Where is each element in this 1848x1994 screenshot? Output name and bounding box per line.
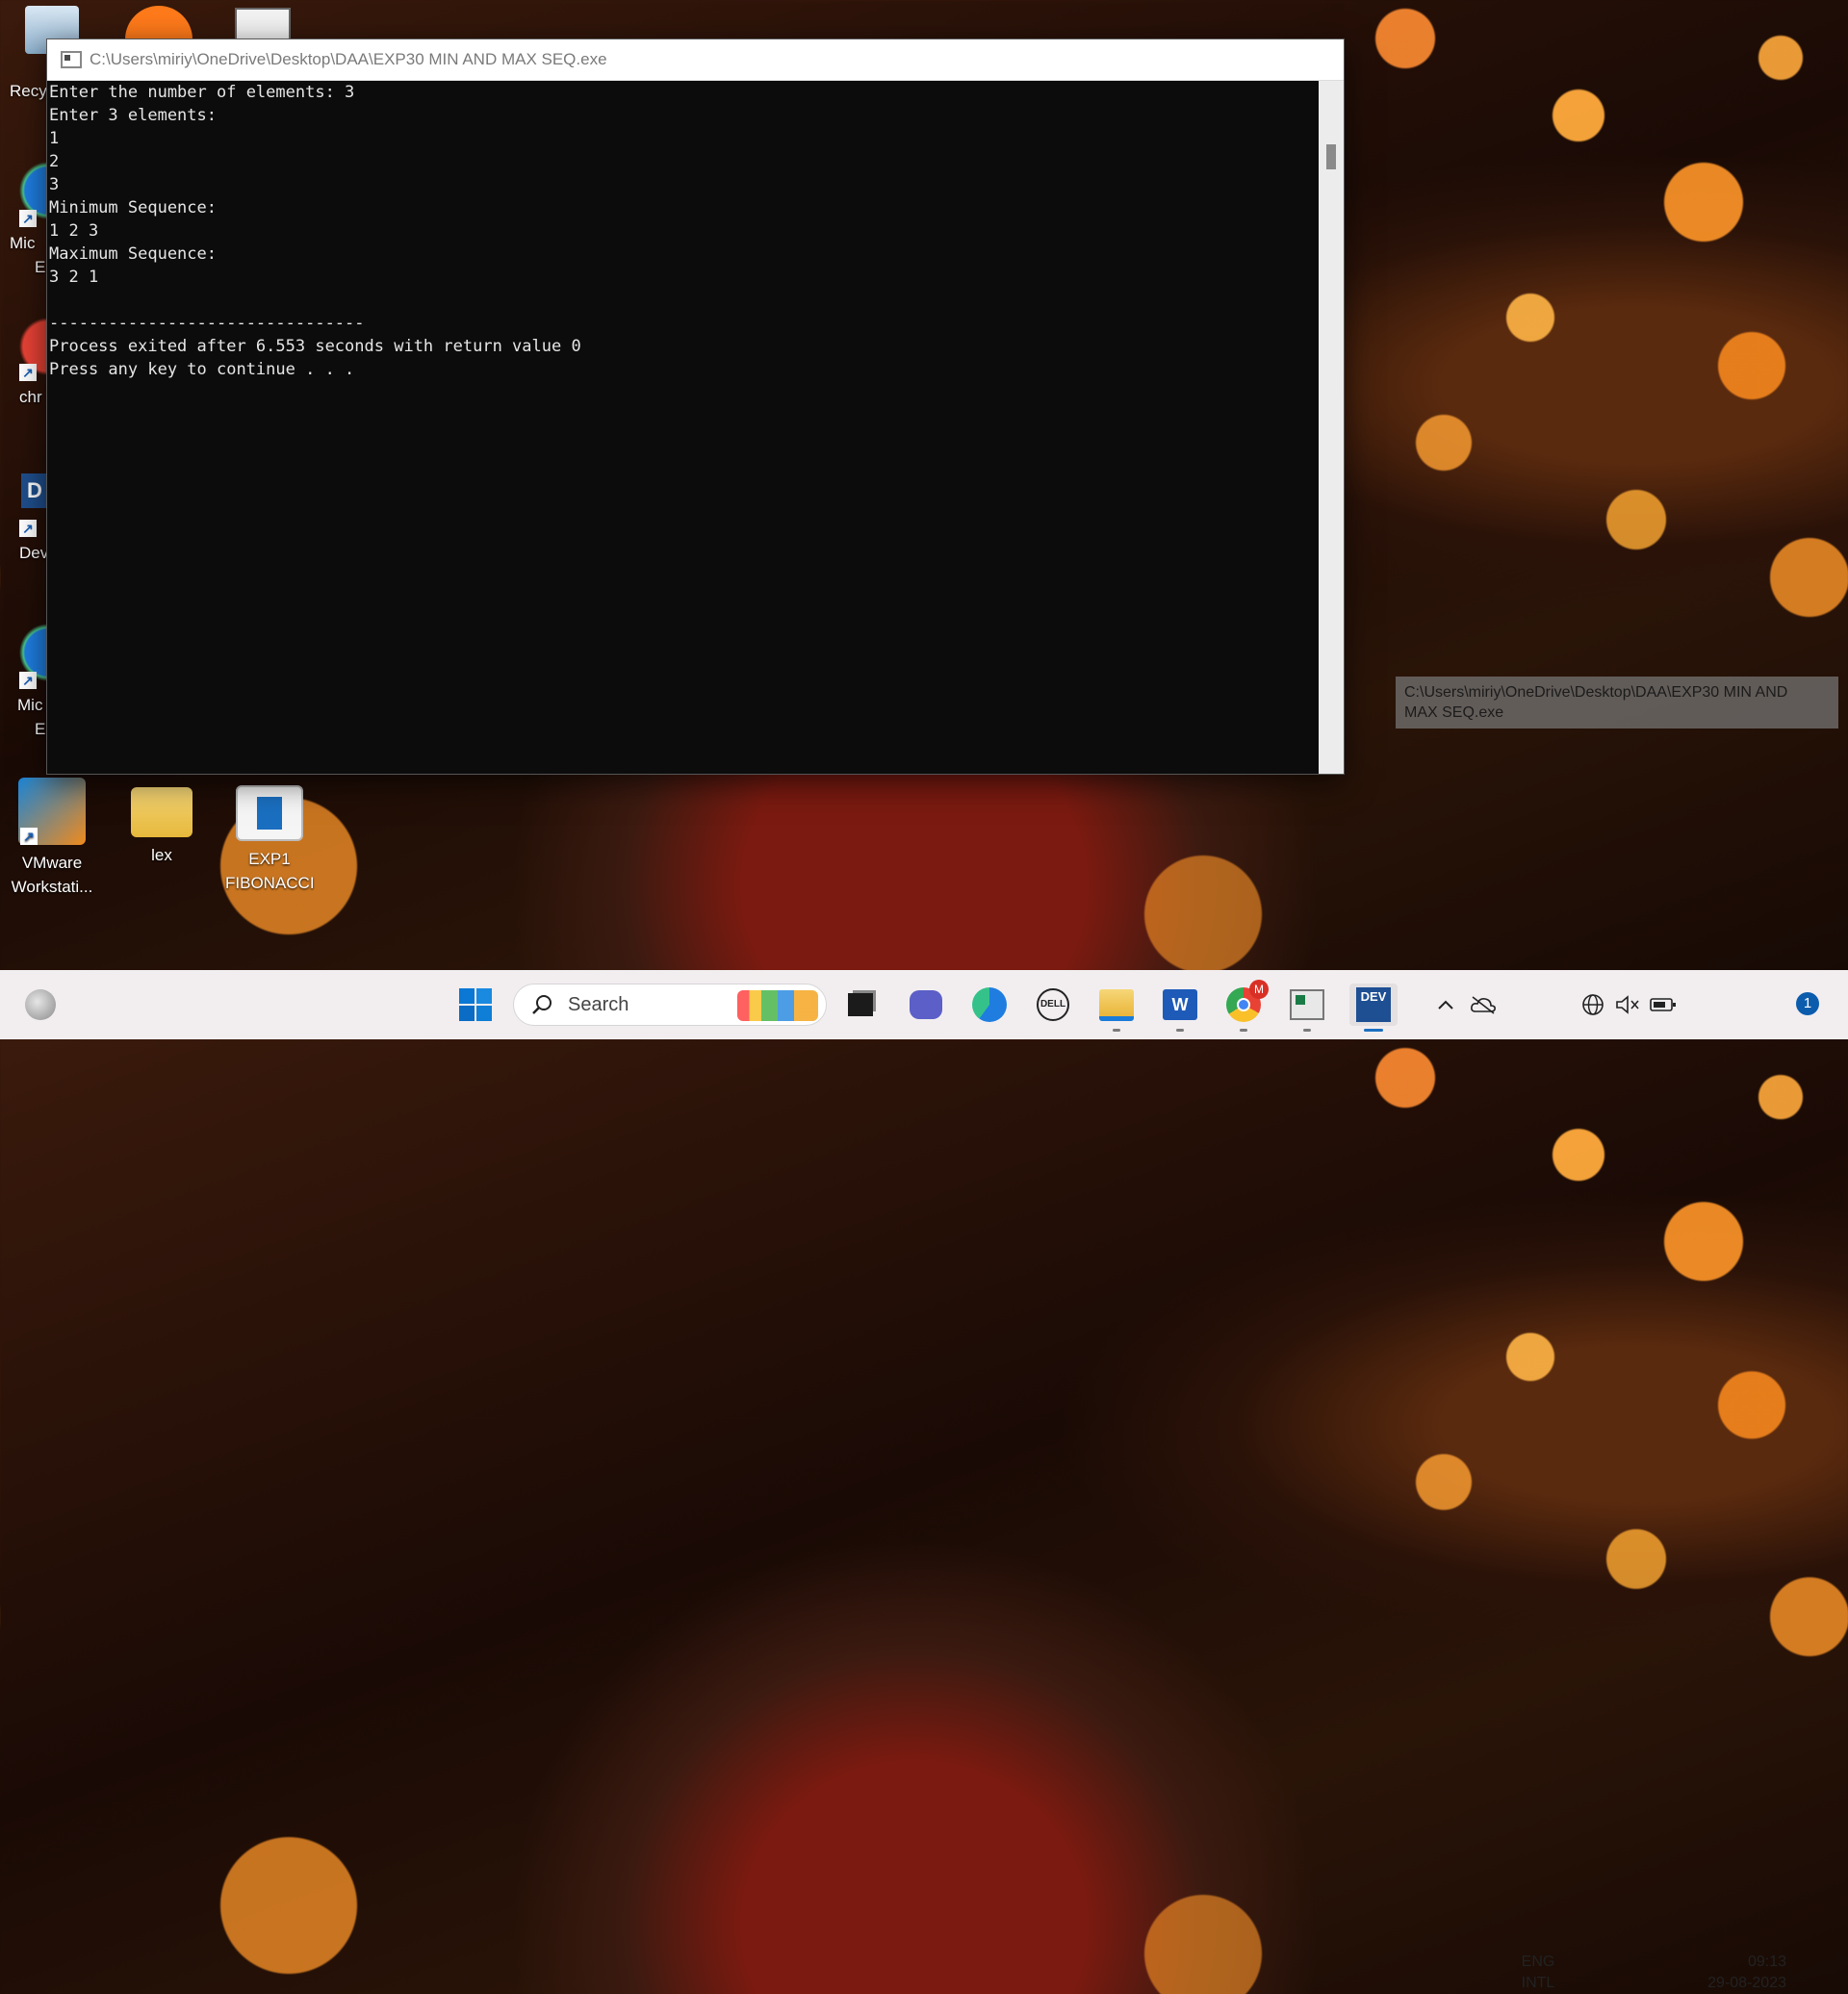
console-line: Minimum Sequence: — [49, 198, 217, 217]
tray-chevron-icon[interactable] — [1434, 984, 1457, 1026]
console-line: 1 2 3 — [49, 221, 99, 241]
network-icon[interactable] — [1578, 984, 1607, 1026]
console-line: 1 — [49, 129, 60, 148]
chrome-icon[interactable]: M — [1222, 980, 1269, 1032]
language-code: ENG — [1521, 1954, 1555, 1970]
taskbar-tooltip: C:\Users\miriy\OneDrive\Desktop\DAA\EXP3… — [1396, 677, 1838, 729]
tooltip-line1: C:\Users\miriy\OneDrive\Desktop\DAA\EXP3… — [1404, 684, 1788, 701]
devcpp-icon[interactable]: DEV — [1349, 984, 1398, 1032]
shortcut-arrow-icon: ↗ — [19, 210, 37, 227]
exp1-label-line2: FIBONACCI — [225, 874, 315, 892]
devcpp-left-icon[interactable]: D — [21, 473, 48, 508]
keyboard-layout: INTL — [1521, 1975, 1555, 1991]
notification-badge[interactable]: 1 — [1796, 992, 1819, 1015]
console-line: Press any key to continue . . . — [49, 360, 355, 379]
vmware-label-line1: VMware — [21, 854, 83, 872]
task-view-icon[interactable] — [839, 984, 882, 1026]
desktop-label-dev: Dev — [19, 544, 49, 562]
language-indicator[interactable]: ENG INTL — [1513, 1952, 1563, 1994]
console-titlebar[interactable]: C:\Users\miriy\OneDrive\Desktop\DAA\EXP3… — [47, 39, 1344, 81]
console-title: C:\Users\miriy\OneDrive\Desktop\DAA\EXP3… — [90, 50, 607, 68]
console-line: Enter the number of elements: 3 — [49, 83, 355, 102]
console-line: Maximum Sequence: — [49, 244, 217, 264]
console-scrollbar[interactable] — [1319, 81, 1344, 774]
shortcut-arrow-icon: ↗ — [20, 828, 38, 845]
vmware-desktop-icon[interactable]: ↗ VMware Workstati... — [8, 778, 96, 899]
running-indicator — [1113, 1029, 1120, 1032]
clock-time: 09:13 — [1747, 1954, 1786, 1970]
vmware-label-line2: Workstati... — [11, 878, 93, 896]
folder-icon — [131, 787, 192, 837]
desktop-label-mic-2: Mic — [17, 696, 43, 714]
active-indicator — [1364, 1029, 1383, 1032]
dell-icon[interactable]: DELL — [1032, 984, 1074, 1026]
windows-start-icon[interactable] — [454, 984, 497, 1026]
taskbar-search[interactable] — [513, 984, 827, 1026]
edge-icon[interactable] — [968, 984, 1011, 1026]
file-explorer-icon[interactable] — [1095, 984, 1138, 1032]
battery-icon[interactable] — [1648, 984, 1679, 1026]
exp1-fibonacci-icon[interactable]: EXP1 FIBONACCI — [225, 778, 315, 895]
console-line: Enter 3 elements: — [49, 106, 217, 125]
clock-date: 29-08-2023 — [1707, 1975, 1786, 1991]
word-icon[interactable]: W — [1159, 984, 1201, 1032]
lex-folder-icon[interactable]: lex — [117, 778, 206, 867]
console-line: -------------------------------- — [49, 314, 365, 333]
clock[interactable]: 09:13 29-08-2023 — [1690, 1952, 1786, 1994]
console-window[interactable]: C:\Users\miriy\OneDrive\Desktop\DAA\EXP3… — [46, 38, 1345, 775]
weather-icon[interactable] — [19, 984, 62, 1026]
shortcut-arrow-icon: ↗ — [19, 364, 37, 381]
tooltip-line2: MAX SEQ.exe — [1404, 704, 1504, 721]
desktop-label-e: E — [35, 258, 46, 276]
chrome-profile-badge: M — [1249, 980, 1269, 999]
console-line: 2 — [49, 152, 60, 171]
onedrive-icon[interactable] — [1469, 984, 1498, 1026]
volume-muted-icon[interactable] — [1613, 984, 1642, 1026]
shortcut-arrow-icon: ↗ — [19, 520, 37, 537]
desktop-label-recycle: Recy — [10, 82, 47, 100]
console-line: Process exited after 6.553 seconds with … — [49, 337, 581, 356]
desktop-label-chr: chr — [19, 388, 42, 406]
desktop-left-icons: Recy ↗ Mic E ↗ chr D ↗ Dev ↗ Mic E — [0, 0, 48, 770]
search-input[interactable] — [566, 992, 724, 1017]
running-indicator — [1303, 1029, 1311, 1032]
console-taskbar-icon[interactable] — [1286, 984, 1328, 1032]
desktop-label-mic: Mic — [10, 234, 36, 252]
console-output[interactable]: Enter the number of elements: 3 Enter 3 … — [47, 81, 1319, 774]
vmware-icon: ↗ — [18, 778, 86, 845]
desktop-label-e-2: E — [35, 720, 46, 738]
console-line: 3 2 1 — [49, 268, 99, 287]
console-line: 3 — [49, 175, 60, 194]
search-icon — [532, 995, 552, 1014]
running-indicator — [1240, 1029, 1247, 1032]
scroll-thumb[interactable] — [1326, 144, 1336, 169]
exp1-label-line1: EXP1 — [248, 850, 291, 868]
running-indicator — [1176, 1029, 1184, 1032]
lex-label: lex — [151, 846, 172, 864]
chat-icon[interactable] — [905, 984, 947, 1026]
console-app-icon — [61, 51, 82, 68]
taskbar: DELL W M DEV ENG INTL — [0, 970, 1848, 1991]
shortcut-arrow-icon: ↗ — [19, 672, 37, 689]
search-highlight-image — [737, 990, 818, 1021]
exe-file-icon — [236, 785, 303, 841]
